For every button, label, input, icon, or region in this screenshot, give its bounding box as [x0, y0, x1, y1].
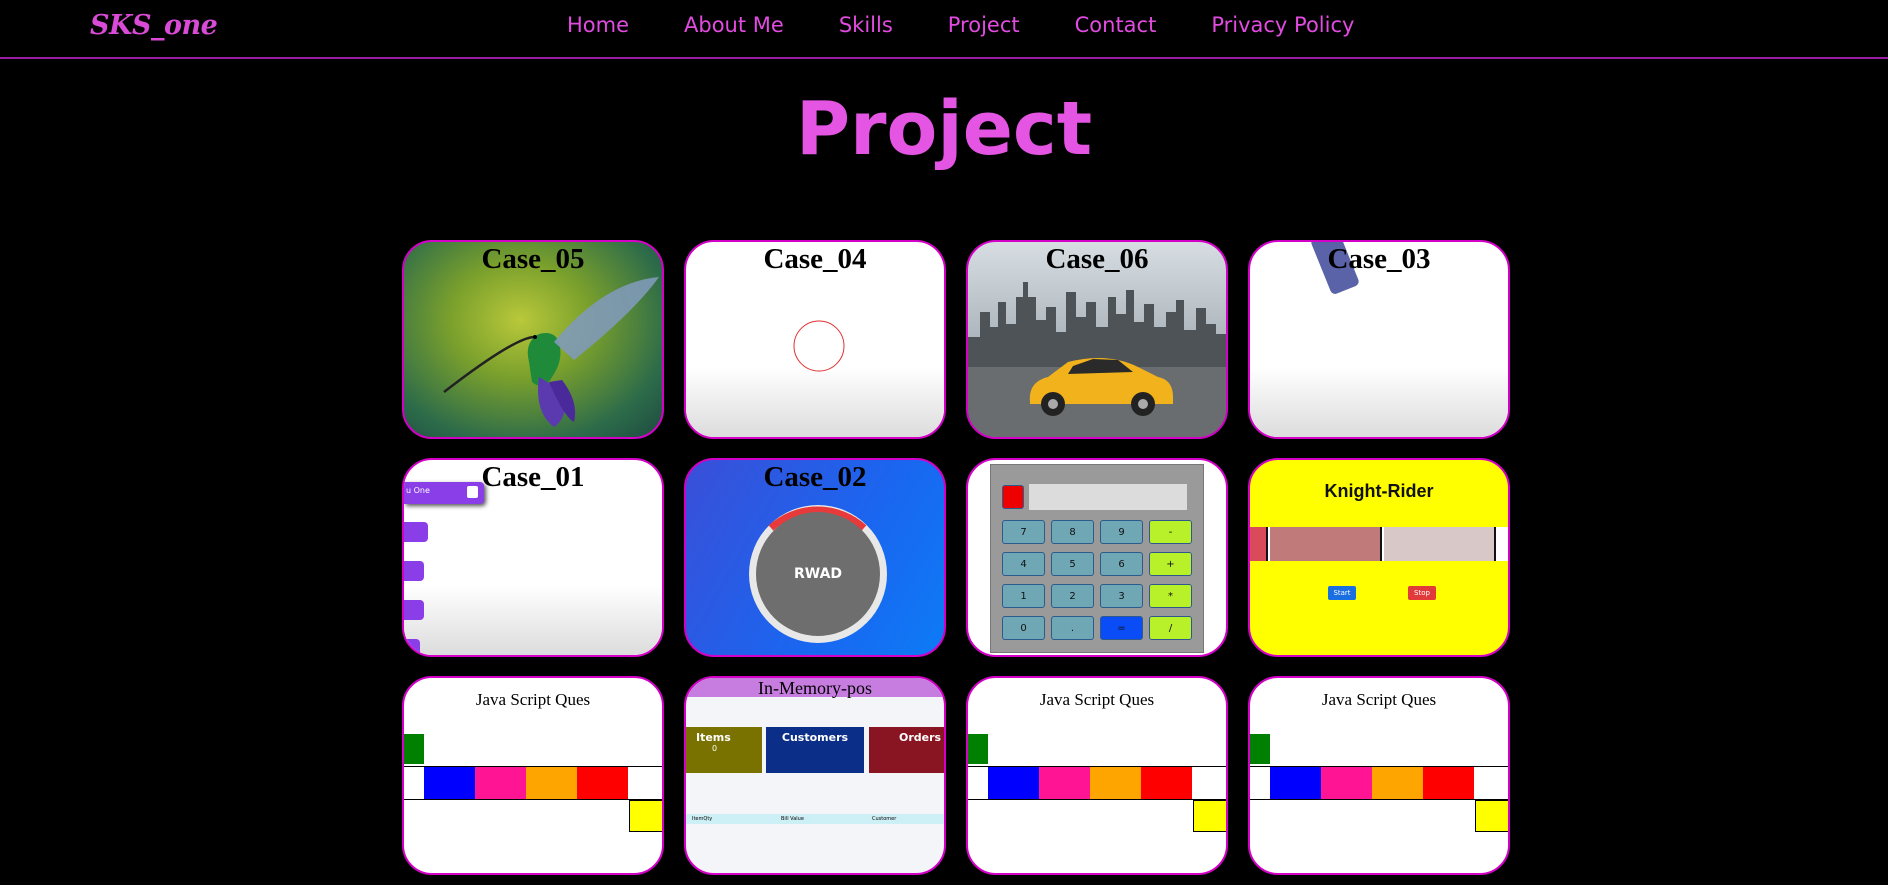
calculator-key[interactable]: 6 — [1100, 552, 1143, 576]
card-title: Java Script Ques — [475, 690, 591, 709]
stop-button[interactable]: Stop — [1408, 586, 1436, 600]
nav-about-me[interactable]: About Me — [684, 13, 784, 37]
pink-box — [1039, 767, 1090, 799]
calculator-key[interactable]: * — [1149, 584, 1192, 608]
nav-home[interactable]: Home — [567, 13, 629, 37]
truck-icon[interactable] — [404, 522, 428, 542]
table-header-cell: ItemQty — [692, 816, 713, 822]
rwad-button[interactable]: RWAD — [756, 512, 880, 636]
card-title: Case_03 — [1327, 243, 1431, 275]
calculator-key[interactable]: + — [1149, 552, 1192, 576]
project-grid: Case_05 Case_04 Case_06 Case_03 u One Ca… — [402, 240, 1510, 875]
calculator-key[interactable]: 7 — [1002, 520, 1045, 544]
calculator-key[interactable]: 8 — [1051, 520, 1094, 544]
project-card-case-05[interactable]: Case_05 — [402, 240, 664, 439]
pos-card-label: Customers — [781, 731, 849, 744]
pos-table-header: ItemQty Bill Value Customer — [686, 814, 944, 824]
divider-line — [968, 799, 1226, 800]
yellow-box — [1193, 800, 1226, 832]
project-card-calculator[interactable]: 7 8 9- 4 5 6 +1 2 3 * 0. = / — [966, 458, 1228, 657]
calculator-display — [1029, 484, 1187, 510]
pink-box — [475, 767, 526, 799]
orange-box — [1090, 767, 1141, 799]
nav-skills[interactable]: Skills — [839, 13, 893, 37]
project-card-js-ques-3[interactable]: Java Script Ques — [1248, 676, 1510, 875]
card-title: Case_04 — [763, 243, 867, 275]
green-box — [1250, 734, 1270, 764]
nav-privacy-policy[interactable]: Privacy Policy — [1211, 13, 1354, 37]
calculator-key[interactable]: 3 — [1100, 584, 1143, 608]
calculator-body: 7 8 9- 4 5 6 +1 2 3 * 0. = / — [990, 464, 1204, 653]
calculator-key[interactable]: - — [1149, 520, 1192, 544]
card-title: Java Script Ques — [1321, 690, 1437, 709]
nav-links: Home About Me Skills Project Contact Pri… — [567, 13, 1354, 37]
navbar: SKS_one Home About Me Skills Project Con… — [0, 0, 1888, 59]
calculator-key[interactable]: . — [1051, 616, 1094, 640]
blue-box — [988, 767, 1039, 799]
card-title: Case_05 — [481, 243, 585, 275]
card-title: Case_06 — [1045, 243, 1149, 275]
calculator-key[interactable]: 9 — [1100, 520, 1143, 544]
calculator-key[interactable]: 1 — [1002, 584, 1045, 608]
orange-box — [526, 767, 577, 799]
light-segment — [1250, 527, 1268, 561]
pos-card-label: Items — [696, 731, 731, 744]
yellow-box — [1475, 800, 1508, 832]
blue-box — [1270, 767, 1321, 799]
calculator-key[interactable]: 4 — [1002, 552, 1045, 576]
pos-card-value: 0 — [712, 744, 718, 753]
card-title: Java Script Ques — [1039, 690, 1155, 709]
red-box — [1423, 767, 1474, 799]
calculator-key[interactable]: = — [1100, 616, 1143, 640]
card-title: Case_01 — [481, 461, 585, 493]
menu-icon[interactable] — [404, 639, 420, 653]
layers-icon[interactable] — [404, 600, 424, 620]
project-card-case-06[interactable]: Case_06 — [966, 240, 1228, 439]
project-card-js-ques-1[interactable]: Java Script Ques — [402, 676, 664, 875]
project-card-case-04[interactable]: Case_04 — [684, 240, 946, 439]
pos-customers-card[interactable]: Customers — [766, 727, 864, 773]
project-card-js-ques-2[interactable]: Java Script Ques — [966, 676, 1228, 875]
pink-box — [1321, 767, 1372, 799]
site-logo[interactable]: SKS_one — [90, 10, 218, 41]
nav-project[interactable]: Project — [948, 13, 1020, 37]
red-box — [577, 767, 628, 799]
blue-box — [424, 767, 475, 799]
project-card-in-memory-pos[interactable]: In-Memory-pos Items 0 Customers Orders I… — [684, 676, 946, 875]
card-title: Knight-Rider — [1324, 481, 1434, 501]
divider-line — [404, 799, 662, 800]
orange-box — [1372, 767, 1423, 799]
pos-orders-card[interactable]: Orders — [869, 727, 944, 773]
clear-key[interactable] — [1002, 485, 1024, 509]
page-title: Project — [795, 86, 1093, 172]
card-title: Case_02 — [763, 461, 867, 493]
project-card-case-03[interactable]: Case_03 — [1248, 240, 1510, 439]
divider-line — [1250, 799, 1508, 800]
calculator-key[interactable]: 2 — [1051, 584, 1094, 608]
light-segment — [1270, 527, 1382, 561]
green-box — [968, 734, 988, 764]
card-title: In-Memory-pos — [758, 678, 872, 698]
yellow-box — [629, 800, 662, 832]
project-card-case-02[interactable]: RWAD Case_02 — [684, 458, 946, 657]
table-header-cell: Bill Value — [781, 816, 804, 822]
card-fade — [404, 585, 662, 655]
calculator-key[interactable]: / — [1149, 616, 1192, 640]
table-header-cell: Customer — [872, 816, 897, 822]
project-card-knight-rider[interactable]: Knight-Rider Start Stop — [1248, 458, 1510, 657]
pos-card-label: Orders — [899, 731, 942, 744]
light-segment — [1384, 527, 1496, 561]
green-box — [404, 734, 424, 764]
nav-contact[interactable]: Contact — [1075, 13, 1157, 37]
start-button[interactable]: Start — [1328, 586, 1356, 600]
red-box — [1141, 767, 1192, 799]
calculator-key[interactable]: 5 — [1051, 552, 1094, 576]
calculator-key[interactable]: 0 — [1002, 616, 1045, 640]
project-card-case-01[interactable]: u One Case_01 — [402, 458, 664, 657]
light-bar — [1250, 527, 1508, 561]
receipt-icon[interactable] — [404, 561, 424, 581]
pos-items-card[interactable]: Items 0 — [686, 727, 762, 773]
